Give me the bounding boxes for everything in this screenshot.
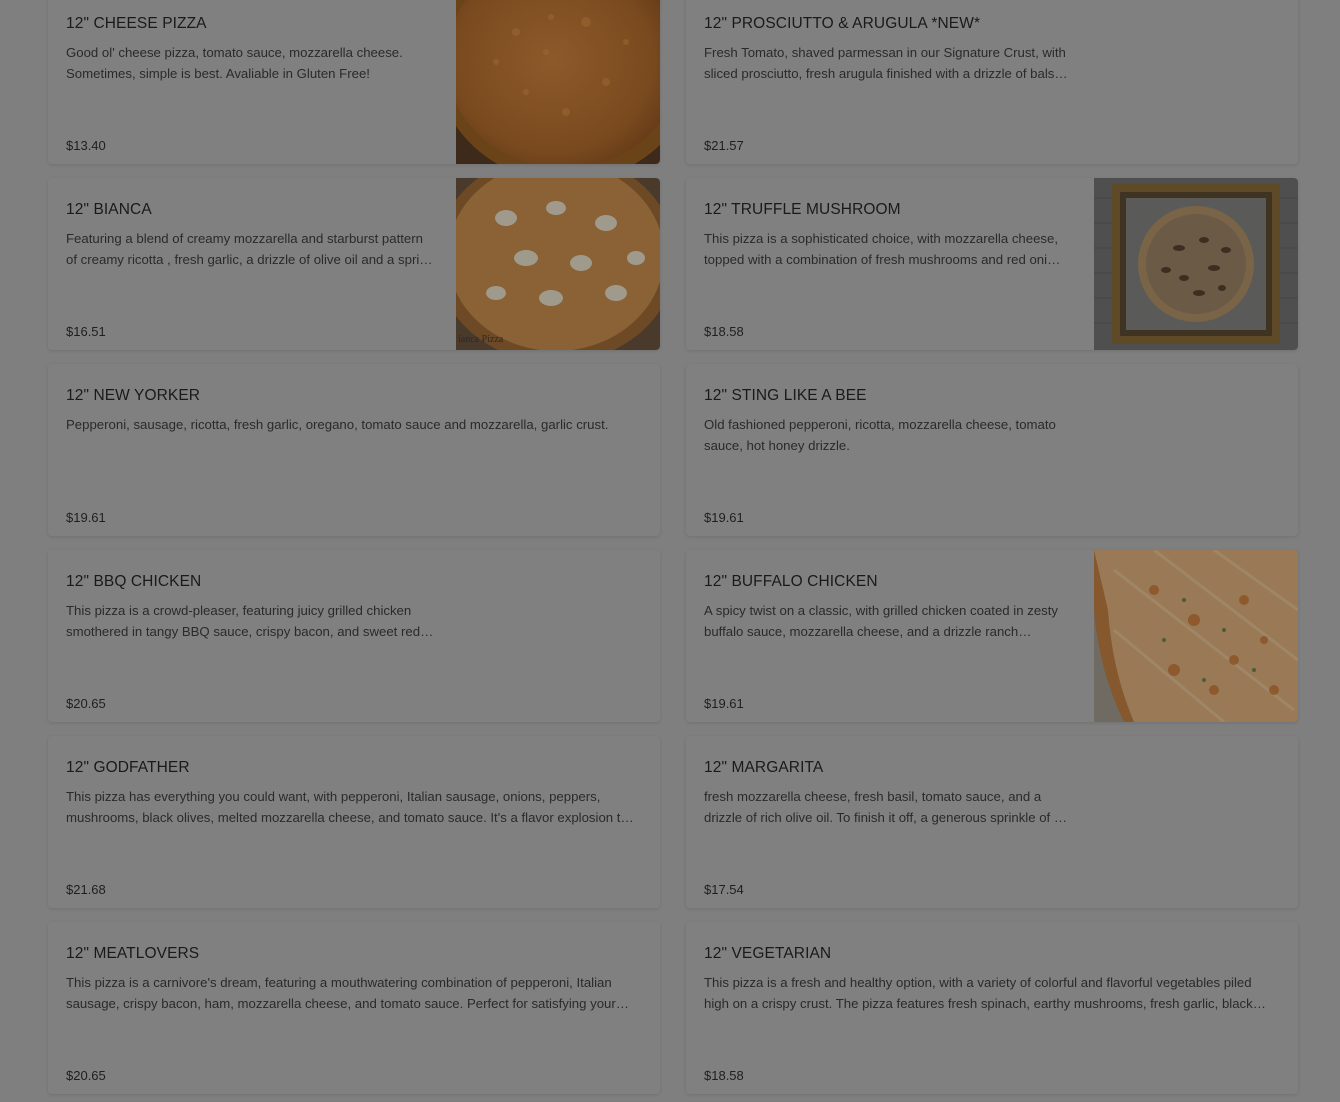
menu-item-sting-like-a-bee[interactable]: 12" STING LIKE A BEE Old fashioned peppe… bbox=[686, 364, 1298, 536]
truffle-mushroom-pizza-photo bbox=[1094, 178, 1298, 350]
menu-item-title: 12" STING LIKE A BEE bbox=[704, 387, 867, 404]
menu-item-description: Old fashioned pepperoni, ricotta, mozzar… bbox=[704, 417, 1056, 453]
menu-item-title: 12" PROSCIUTTO & ARUGULA *NEW* bbox=[704, 15, 981, 32]
bianca-pizza-photo: ianca Pizza bbox=[456, 178, 660, 350]
menu-item-body: 12" MEATLOVERS This pizza is a carnivore… bbox=[66, 944, 640, 1094]
menu-item-body: 12" BIANCA Featuring a blend of creamy m… bbox=[66, 200, 436, 350]
menu-item-body: 12" NEW YORKER Pepperoni, sausage, ricot… bbox=[66, 386, 640, 536]
menu-item-price: $16.51 bbox=[66, 324, 106, 339]
menu-item-price: $18.58 bbox=[704, 1068, 744, 1083]
menu-item-body: 12" PROSCIUTTO & ARUGULA *NEW* Fresh Tom… bbox=[704, 14, 1074, 164]
menu-item-title: 12" BUFFALO CHICKEN bbox=[704, 573, 878, 590]
menu-item-godfather[interactable]: 12" GODFATHER This pizza has everything … bbox=[48, 736, 660, 908]
menu-item-price: $13.40 bbox=[66, 138, 106, 153]
menu-item-meatlovers[interactable]: 12" MEATLOVERS This pizza is a carnivore… bbox=[48, 922, 660, 1094]
menu-item-prosciutto-arugula[interactable]: 12" PROSCIUTTO & ARUGULA *NEW* Fresh Tom… bbox=[686, 0, 1298, 164]
menu-item-body: 12" BUFFALO CHICKEN A spicy twist on a c… bbox=[704, 572, 1074, 722]
menu-item-body: 12" BBQ CHICKEN This pizza is a crowd-pl… bbox=[66, 572, 436, 722]
menu-item-description: This pizza is a sophisticated choice, wi… bbox=[704, 231, 1061, 267]
menu-item-description: fresh mozzarella cheese, fresh basil, to… bbox=[704, 789, 1068, 825]
menu-grid: 12" CHEESE PIZZA Good ol' cheese pizza, … bbox=[48, 0, 1298, 1094]
menu-item-title: 12" CHEESE PIZZA bbox=[66, 15, 207, 32]
menu-item-bbq-chicken[interactable]: 12" BBQ CHICKEN This pizza is a crowd-pl… bbox=[48, 550, 660, 722]
menu-item-title: 12" VEGETARIAN bbox=[704, 945, 832, 962]
menu-item-price: $19.61 bbox=[66, 510, 106, 525]
menu-item-bianca[interactable]: 12" BIANCA Featuring a blend of creamy m… bbox=[48, 178, 660, 350]
menu-item-price: $19.61 bbox=[704, 510, 744, 525]
menu-item-title: 12" BBQ CHICKEN bbox=[66, 573, 202, 590]
menu-item-truffle-mushroom[interactable]: 12" TRUFFLE MUSHROOM This pizza is a sop… bbox=[686, 178, 1298, 350]
menu-item-title: 12" MEATLOVERS bbox=[66, 945, 200, 962]
menu-item-price: $17.54 bbox=[704, 882, 744, 897]
menu-item-vegetarian[interactable]: 12" VEGETARIAN This pizza is a fresh and… bbox=[686, 922, 1298, 1094]
buffalo-chicken-pizza-photo bbox=[1094, 550, 1298, 722]
menu-item-description: Good ol' cheese pizza, tomato sauce, moz… bbox=[66, 45, 403, 81]
menu-item-price: $20.65 bbox=[66, 696, 106, 711]
menu-item-new-yorker[interactable]: 12" NEW YORKER Pepperoni, sausage, ricot… bbox=[48, 364, 660, 536]
menu-item-cheese-pizza[interactable]: 12" CHEESE PIZZA Good ol' cheese pizza, … bbox=[48, 0, 660, 164]
menu-item-title: 12" GODFATHER bbox=[66, 759, 190, 776]
cheese-pizza-photo bbox=[456, 0, 660, 164]
menu-item-body: 12" VEGETARIAN This pizza is a fresh and… bbox=[704, 944, 1278, 1094]
menu-item-buffalo-chicken[interactable]: 12" BUFFALO CHICKEN A spicy twist on a c… bbox=[686, 550, 1298, 722]
menu-item-title: 12" TRUFFLE MUSHROOM bbox=[704, 201, 901, 218]
menu-item-description: A spicy twist on a classic, with grilled… bbox=[704, 603, 1059, 639]
menu-item-body: 12" GODFATHER This pizza has everything … bbox=[66, 758, 640, 908]
menu-item-title: 12" MARGARITA bbox=[704, 759, 824, 776]
menu-item-body: 12" STING LIKE A BEE Old fashioned peppe… bbox=[704, 386, 1074, 536]
menu-item-description: This pizza is a carnivore's dream, featu… bbox=[66, 975, 616, 1011]
menu-item-price: $18.58 bbox=[704, 324, 744, 339]
menu-item-description: This pizza is a fresh and healthy option… bbox=[704, 975, 1253, 1011]
menu-item-description: This pizza is a crowd-pleaser, featuring… bbox=[66, 603, 421, 639]
menu-item-price: $19.61 bbox=[704, 696, 744, 711]
menu-item-title: 12" NEW YORKER bbox=[66, 387, 201, 404]
menu-item-body: 12" CHEESE PIZZA Good ol' cheese pizza, … bbox=[66, 14, 436, 164]
menu-item-price: $21.68 bbox=[66, 882, 106, 897]
menu-item-body: 12" MARGARITA fresh mozzarella cheese, f… bbox=[704, 758, 1074, 908]
menu-item-margarita[interactable]: 12" MARGARITA fresh mozzarella cheese, f… bbox=[686, 736, 1298, 908]
menu-item-price: $21.57 bbox=[704, 138, 744, 153]
menu-item-description: This pizza has everything you could want… bbox=[66, 789, 634, 825]
menu-item-price: $20.65 bbox=[66, 1068, 106, 1083]
menu-item-title: 12" BIANCA bbox=[66, 201, 152, 218]
menu-item-description: Pepperoni, sausage, ricotta, fresh garli… bbox=[66, 417, 609, 432]
bianca-photo-caption: ianca Pizza bbox=[458, 334, 504, 345]
menu-item-description: Featuring a blend of creamy mozzarella a… bbox=[66, 231, 433, 267]
menu-item-body: 12" TRUFFLE MUSHROOM This pizza is a sop… bbox=[704, 200, 1074, 350]
menu-item-description: Fresh Tomato, shaved parmessan in our Si… bbox=[704, 45, 1068, 81]
